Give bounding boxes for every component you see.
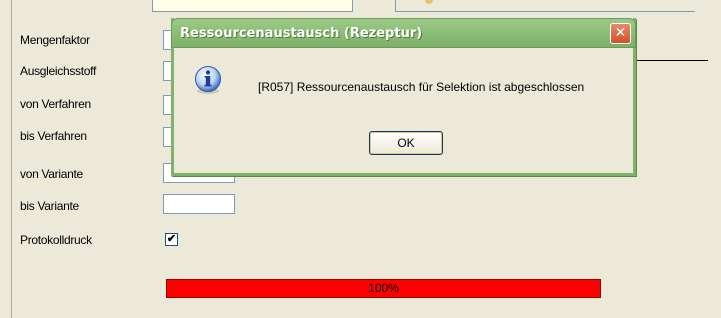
- label-protokolldruck: Protokolldruck: [20, 233, 92, 247]
- info-icon: [195, 66, 221, 94]
- bis-variante-input[interactable]: [163, 194, 235, 214]
- dialog-message: [R057] Ressourcenaustausch für Selektion…: [258, 80, 585, 94]
- label-von-verfahren: von Verfahren: [20, 97, 91, 111]
- label-ausgleichsstoff: Ausgleichsstoff: [20, 64, 96, 78]
- close-button[interactable]: ✕: [610, 23, 631, 44]
- top-field-b[interactable]: [395, 0, 695, 12]
- top-field-a[interactable]: [152, 0, 353, 12]
- close-icon: ✕: [614, 25, 627, 41]
- ausgleichsstoff-field-edge: [637, 60, 708, 61]
- ok-button[interactable]: OK: [369, 131, 443, 155]
- dialog-title: Ressourcenaustausch (Rezeptur): [180, 26, 423, 41]
- label-bis-verfahren: bis Verfahren: [20, 129, 87, 143]
- progress-label: 100%: [368, 281, 399, 295]
- label-von-variante: von Variante: [20, 167, 83, 181]
- window-left-edge: [0, 0, 12, 318]
- protokolldruck-checkbox[interactable]: ✔: [165, 233, 178, 246]
- label-bis-variante: bis Variante: [20, 199, 79, 213]
- message-dialog: Ressourcenaustausch (Rezeptur) ✕ [R057] …: [171, 18, 636, 176]
- progress-bar: 100%: [166, 279, 601, 298]
- dialog-titlebar[interactable]: Ressourcenaustausch (Rezeptur) ✕: [171, 18, 636, 48]
- label-mengenfaktor: Mengenfaktor: [20, 33, 90, 47]
